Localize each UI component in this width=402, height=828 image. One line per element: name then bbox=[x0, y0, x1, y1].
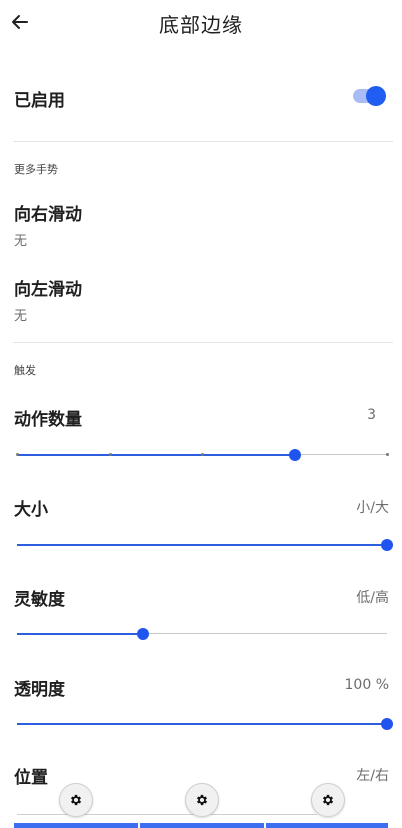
gear-icon bbox=[70, 794, 82, 806]
size-label: 大小 bbox=[14, 500, 48, 520]
bottom-edge-zone-1[interactable] bbox=[14, 823, 138, 828]
slider-knob[interactable] bbox=[381, 539, 393, 551]
top-app-bar: 底部边缘 bbox=[0, 0, 402, 46]
divider bbox=[13, 342, 393, 343]
slider-fill bbox=[17, 723, 387, 725]
slider-knob[interactable] bbox=[289, 449, 301, 461]
toggle-thumb bbox=[366, 86, 386, 106]
divider bbox=[13, 141, 393, 142]
bottom-edge-zone-3[interactable] bbox=[266, 823, 388, 828]
slider-tick bbox=[385, 453, 389, 456]
opacity-value: 100 % bbox=[344, 677, 389, 693]
sensitivity-label: 灵敏度 bbox=[14, 590, 65, 610]
gear-button-2[interactable] bbox=[185, 783, 219, 817]
position-label: 位置 bbox=[14, 768, 48, 788]
slider-knob[interactable] bbox=[137, 628, 149, 640]
slider-tick bbox=[15, 453, 19, 456]
sensitivity-slider[interactable] bbox=[17, 623, 387, 645]
page-title: 底部边缘 bbox=[159, 13, 243, 37]
swipe-right-title: 向右滑动 bbox=[14, 205, 82, 225]
slider-tick bbox=[200, 453, 204, 456]
section-header-trigger: 触发 bbox=[14, 364, 36, 377]
enabled-label: 已启用 bbox=[14, 91, 65, 111]
swipe-right-value: 无 bbox=[14, 234, 28, 249]
size-value: 小/大 bbox=[356, 500, 389, 516]
action-count-value: 3 bbox=[367, 407, 376, 423]
slider-fill bbox=[17, 633, 143, 635]
position-value: 左/右 bbox=[356, 768, 389, 784]
gear-icon bbox=[322, 794, 334, 806]
position-rail bbox=[17, 814, 317, 815]
swipe-left-title: 向左滑动 bbox=[14, 280, 82, 300]
gear-button-3[interactable] bbox=[311, 783, 345, 817]
action-count-slider[interactable] bbox=[15, 444, 389, 466]
gear-button-1[interactable] bbox=[59, 783, 93, 817]
opacity-slider[interactable] bbox=[17, 713, 393, 735]
slider-fill bbox=[17, 454, 295, 456]
section-header-more-gestures: 更多手势 bbox=[14, 163, 58, 176]
opacity-label: 透明度 bbox=[14, 680, 65, 700]
slider-fill bbox=[17, 544, 387, 546]
size-slider[interactable] bbox=[17, 534, 393, 556]
bottom-edge-zone-2[interactable] bbox=[140, 823, 264, 828]
enabled-toggle[interactable] bbox=[352, 84, 388, 108]
slider-knob[interactable] bbox=[381, 718, 393, 730]
gear-icon bbox=[196, 794, 208, 806]
swipe-left-value: 无 bbox=[14, 309, 28, 324]
sensitivity-value: 低/高 bbox=[356, 590, 389, 606]
slider-tick bbox=[108, 453, 112, 456]
action-count-label: 动作数量 bbox=[14, 410, 82, 430]
